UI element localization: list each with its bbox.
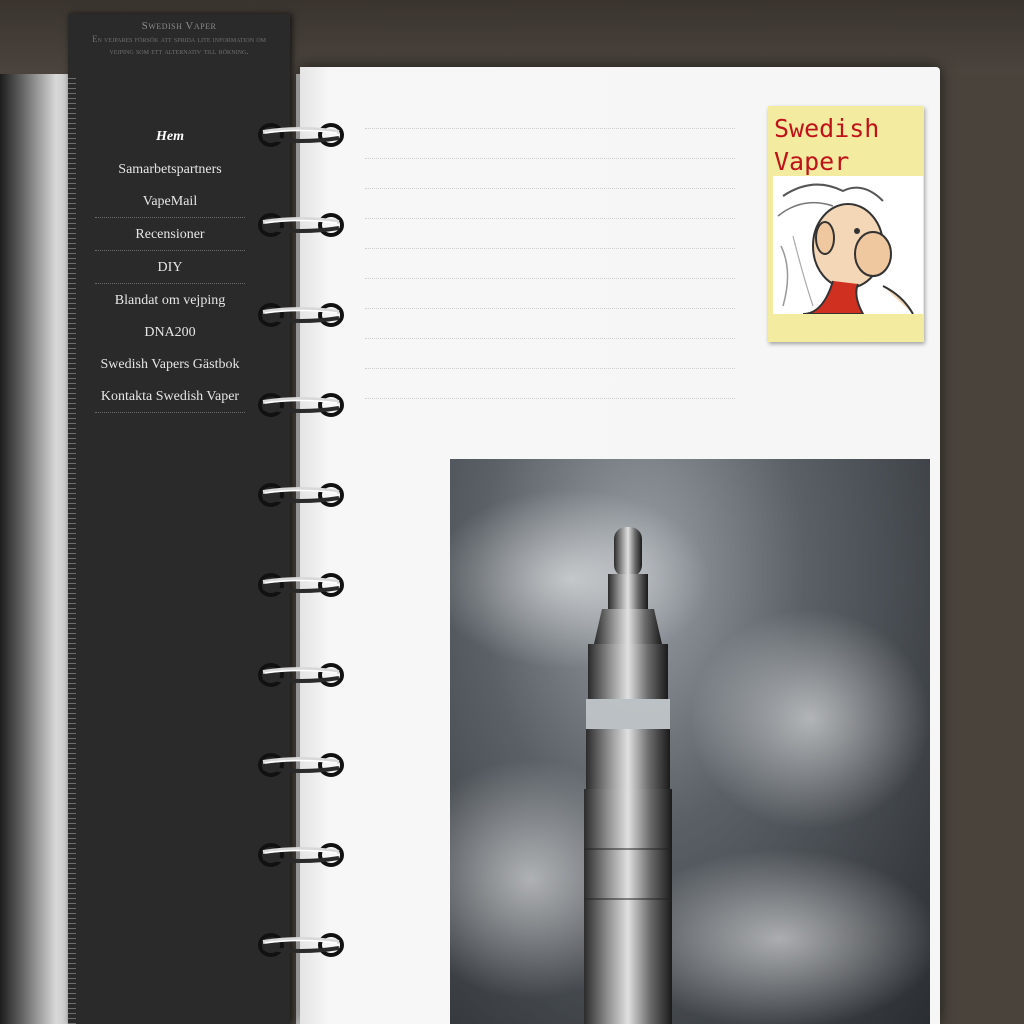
site-title[interactable]: Swedish Vaper <box>84 20 274 32</box>
nav-item-vapemail[interactable]: VapeMail <box>95 193 245 218</box>
nav-item-hem[interactable]: Hem <box>95 128 245 146</box>
spiral-ring <box>257 122 345 148</box>
sticky-note-title: Swedish Vaper <box>774 112 914 178</box>
nav-item-dna200[interactable]: DNA200 <box>95 324 245 342</box>
nav-item-diy[interactable]: DIY <box>95 259 245 284</box>
site-tagline: En vejpares försök att sprida lite infor… <box>91 34 267 56</box>
spiral-ring <box>257 572 345 598</box>
nav-item-gastbok[interactable]: Swedish Vapers Gästbok <box>95 356 245 374</box>
nav-item-blandat[interactable]: Blandat om vejping <box>95 292 245 310</box>
nav-item-kontakta[interactable]: Kontakta Swedish Vaper <box>95 388 245 413</box>
nav-item-samarbetspartners[interactable]: Samarbetspartners <box>95 161 245 179</box>
ruled-lines <box>365 128 735 428</box>
sticky-note-line1: Swedish <box>774 114 880 143</box>
spiral-ring <box>257 842 345 868</box>
spiral-ring <box>257 392 345 418</box>
nav-item-recensioner[interactable]: Recensioner <box>95 226 245 251</box>
sticky-note-line2: Vaper <box>774 147 850 176</box>
spiral-ring <box>257 662 345 688</box>
sticky-note[interactable]: Swedish Vaper <box>768 106 924 342</box>
sidebar: Swedish Vaper En vejpares försök att spr… <box>68 14 290 1024</box>
ruler-decoration <box>68 74 76 1024</box>
spiral-ring <box>257 302 345 328</box>
vape-device-photo <box>450 459 930 1024</box>
spiral-ring <box>257 932 345 958</box>
spiral-ring <box>257 212 345 238</box>
spiral-ring <box>257 752 345 778</box>
spiral-ring <box>257 482 345 508</box>
cartoon-old-man-image <box>773 176 923 314</box>
